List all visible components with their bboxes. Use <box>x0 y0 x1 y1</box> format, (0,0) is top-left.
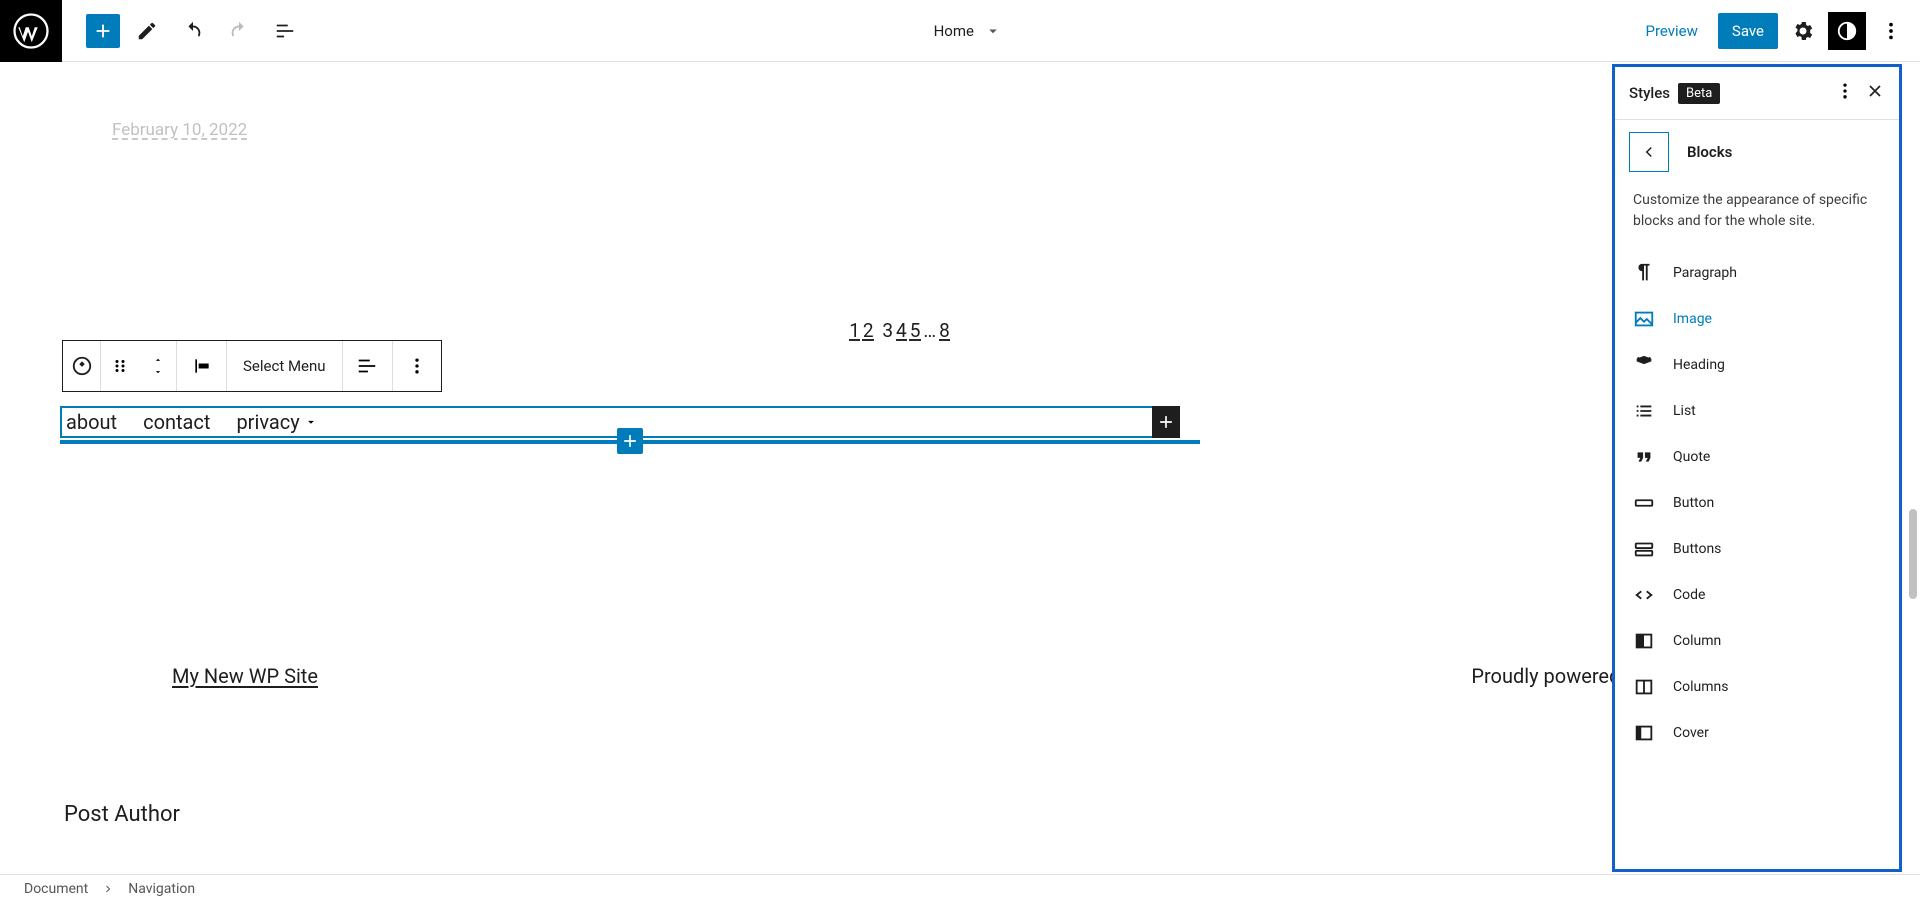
panel-more-button[interactable] <box>1835 81 1855 105</box>
block-item-button[interactable]: Button <box>1615 480 1899 526</box>
list-view-button[interactable] <box>266 12 304 50</box>
styles-panel: Styles Beta Blocks Customize the appeara… <box>1612 64 1902 872</box>
styles-button[interactable] <box>1828 12 1866 50</box>
beta-badge: Beta <box>1678 83 1720 104</box>
panel-title: Styles <box>1629 84 1670 102</box>
panel-close-button[interactable] <box>1865 81 1885 105</box>
move-up-down[interactable] <box>139 341 177 391</box>
nav-link-label: contact <box>143 410 210 434</box>
block-item-column[interactable]: Column <box>1615 618 1899 664</box>
site-footer: My New WP Site Proudly powered by WordPr… <box>60 664 1860 688</box>
block-item-label: Buttons <box>1673 541 1721 557</box>
block-type-list: Paragraph Image Heading List Quote Button Butt… <box>1615 244 1899 762</box>
paragraph-icon <box>1633 262 1655 284</box>
nav-link-label: privacy <box>236 410 299 434</box>
block-more-button[interactable] <box>393 341 441 391</box>
panel-description: Customize the appearance of specific blo… <box>1615 182 1899 244</box>
block-item-label: Columns <box>1673 679 1728 695</box>
page-ellipsis: … <box>923 319 937 342</box>
crumb-document[interactable]: Document <box>24 881 88 897</box>
justify-button[interactable] <box>343 341 393 391</box>
block-item-label: Code <box>1673 587 1705 603</box>
nav-link-privacy[interactable]: privacy <box>236 410 317 434</box>
page-link[interactable]: 3 <box>882 319 894 342</box>
nav-add-button[interactable] <box>1152 406 1180 438</box>
edit-tool-button[interactable] <box>128 12 166 50</box>
block-item-image[interactable]: Image <box>1615 296 1899 342</box>
panel-back-button[interactable] <box>1629 132 1669 172</box>
nav-link-label: about <box>66 410 117 434</box>
block-toolbar: Select Menu <box>62 340 442 392</box>
heading-icon <box>1633 354 1655 376</box>
page-title-dropdown[interactable]: Home <box>304 22 1632 40</box>
column-icon <box>1633 630 1655 652</box>
page-link[interactable]: 1 <box>849 319 861 342</box>
block-item-code[interactable]: Code <box>1615 572 1899 618</box>
buttons-icon <box>1633 538 1655 560</box>
block-item-label: Column <box>1673 633 1721 649</box>
page-link[interactable]: 4 <box>896 319 908 342</box>
chevron-down-icon <box>151 367 165 377</box>
block-item-label: Paragraph <box>1673 265 1737 281</box>
settings-button[interactable] <box>1784 12 1822 50</box>
page-link[interactable]: 2 <box>863 319 875 342</box>
block-item-label: List <box>1673 403 1696 419</box>
cover-icon <box>1633 722 1655 744</box>
block-item-list[interactable]: List <box>1615 388 1899 434</box>
undo-button[interactable] <box>174 12 212 50</box>
add-block-button[interactable] <box>86 14 120 48</box>
block-item-label: Button <box>1673 495 1714 511</box>
preview-button[interactable]: Preview <box>1632 14 1712 48</box>
drag-handle[interactable] <box>101 341 139 391</box>
chevron-down-icon <box>984 22 1002 40</box>
nav-link-contact[interactable]: contact <box>143 410 210 434</box>
pagination-pages: 12 345…8 <box>848 319 952 342</box>
quote-icon <box>1633 446 1655 468</box>
block-item-columns[interactable]: Columns <box>1615 664 1899 710</box>
block-item-buttons[interactable]: Buttons <box>1615 526 1899 572</box>
nav-link-about[interactable]: about <box>66 410 117 434</box>
block-item-cover[interactable]: Cover <box>1615 710 1899 756</box>
chevron-left-icon <box>1640 143 1658 161</box>
post-date[interactable]: February 10, 2022 <box>112 120 1860 140</box>
chevron-up-icon <box>151 355 165 365</box>
scrollbar[interactable] <box>1909 509 1917 599</box>
block-item-label: Heading <box>1673 357 1725 373</box>
redo-button[interactable] <box>220 12 258 50</box>
page-link[interactable]: 5 <box>910 319 922 342</box>
save-button[interactable]: Save <box>1718 13 1778 49</box>
block-item-label: Image <box>1673 311 1712 327</box>
wp-logo[interactable] <box>0 0 62 62</box>
breadcrumb: Document Navigation <box>0 874 1920 902</box>
top-toolbar: Home Preview Save <box>0 0 1920 62</box>
insert-block-button[interactable] <box>617 428 643 454</box>
block-item-label: Quote <box>1673 449 1710 465</box>
block-item-quote[interactable]: Quote <box>1615 434 1899 480</box>
block-item-paragraph[interactable]: Paragraph <box>1615 250 1899 296</box>
crumb-navigation[interactable]: Navigation <box>128 881 195 897</box>
page-title-label: Home <box>934 22 974 40</box>
chevron-down-icon <box>304 415 318 429</box>
block-insertion-line <box>60 440 1200 444</box>
more-button[interactable] <box>1872 12 1910 50</box>
block-item-heading[interactable]: Heading <box>1615 342 1899 388</box>
chevron-right-icon <box>102 883 114 895</box>
image-icon <box>1633 308 1655 330</box>
select-menu-label: Select Menu <box>243 357 326 375</box>
panel-section-title: Blocks <box>1687 143 1732 161</box>
site-name-link[interactable]: My New WP Site <box>172 664 318 688</box>
block-item-label: Cover <box>1673 725 1709 741</box>
page-link[interactable]: 8 <box>939 319 951 342</box>
select-menu-button[interactable]: Select Menu <box>227 341 343 391</box>
code-icon <box>1633 584 1655 606</box>
button-icon <box>1633 492 1655 514</box>
align-button[interactable] <box>177 341 227 391</box>
post-author-label: Post Author <box>64 802 1860 827</box>
columns-icon <box>1633 676 1655 698</box>
list-icon <box>1633 400 1655 422</box>
block-type-button[interactable] <box>63 341 101 391</box>
